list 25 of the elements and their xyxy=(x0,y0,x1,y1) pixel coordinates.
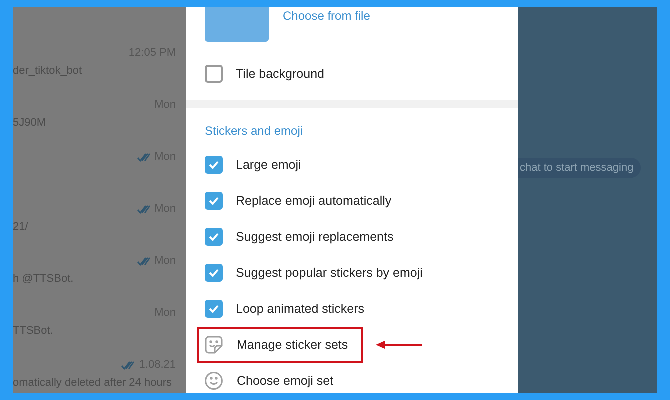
checkbox[interactable] xyxy=(205,192,223,210)
check-icon xyxy=(208,160,220,170)
option-label: Suggest popular stickers by emoji xyxy=(236,266,423,280)
checkbox[interactable] xyxy=(205,228,223,246)
checkbox[interactable] xyxy=(205,264,223,282)
check-icon xyxy=(208,268,220,278)
sticker-icon xyxy=(204,335,224,355)
option-label: Suggest emoji replacements xyxy=(236,230,394,244)
option-label: Tile background xyxy=(236,67,324,81)
background-thumbnail[interactable] xyxy=(205,7,269,42)
checkbox[interactable] xyxy=(205,300,223,318)
menu-action[interactable]: Choose emoji set xyxy=(237,374,334,388)
section-title: Stickers and emoji xyxy=(204,123,304,140)
checkbox[interactable] xyxy=(205,65,223,83)
empty-chat-hint: chat to start messaging xyxy=(518,158,641,178)
check-icon xyxy=(208,304,220,314)
option-label: Replace emoji automatically xyxy=(236,194,392,208)
check-icon xyxy=(208,196,220,206)
menu-action[interactable]: Manage sticker sets xyxy=(237,338,348,352)
option-label: Large emoji xyxy=(236,158,302,172)
option-label: Loop animated stickers xyxy=(236,302,365,316)
arrow-icon xyxy=(376,340,422,350)
checkbox[interactable] xyxy=(205,156,223,174)
check-icon xyxy=(208,232,220,242)
smiley-icon xyxy=(204,371,224,391)
